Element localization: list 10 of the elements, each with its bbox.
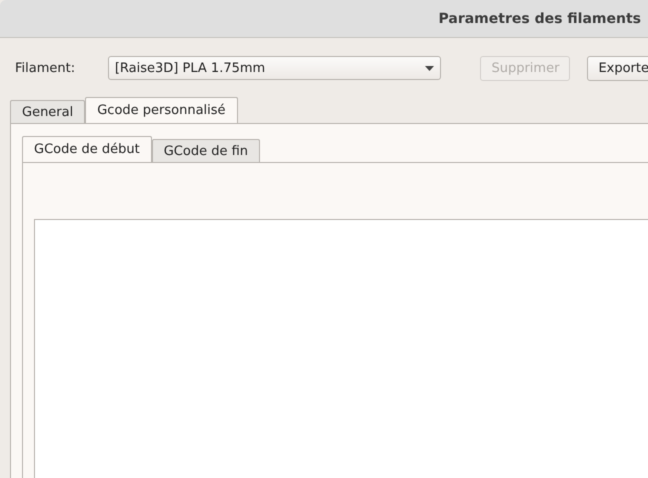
tab[interactable]: GCode de début	[22, 136, 152, 162]
gcode-editor[interactable]	[34, 219, 648, 478]
tab[interactable]: General	[10, 100, 86, 123]
tab[interactable]: Gcode personnalisé	[85, 97, 238, 123]
tab[interactable]: GCode de fin	[152, 139, 260, 162]
filament-label: Filament:	[15, 60, 76, 76]
caret-icon	[425, 66, 434, 70]
window-title: Parametres des filaments	[438, 10, 641, 26]
action-button[interactable]: Exporte	[587, 56, 648, 80]
filament-dropdown[interactable]: [Raise3D] PLA 1.75mm	[108, 56, 442, 80]
